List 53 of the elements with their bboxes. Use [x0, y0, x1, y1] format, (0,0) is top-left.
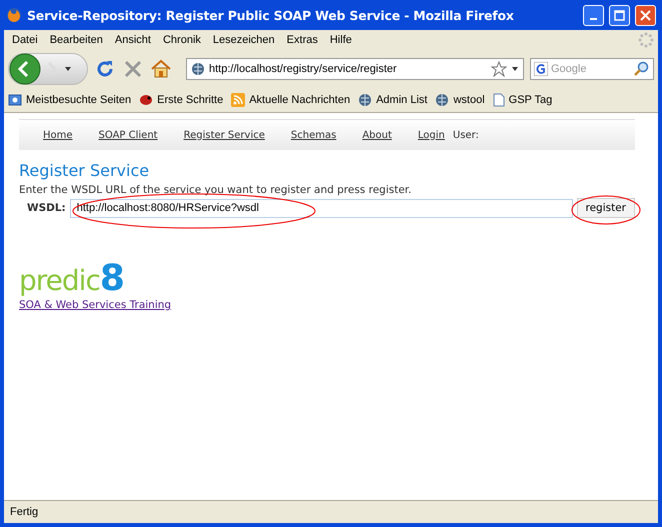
address-bar[interactable]: http://localhost/registry/service/register — [186, 58, 524, 80]
highlight-ellipse — [572, 196, 640, 224]
menu-item[interactable]: Chronik — [158, 34, 209, 46]
bug-icon — [139, 93, 154, 107]
wsdl-input-field[interactable]: http://localhost:8080/HRService?wsdl — [70, 198, 572, 218]
globe-icon — [435, 93, 450, 107]
search-box[interactable]: Google — [530, 58, 654, 80]
window-title: Service-Repository: Register Public SOAP Web Service - Mozilla Firefox — [27, 8, 515, 22]
page-icon — [492, 93, 505, 107]
throbber-icon — [638, 32, 654, 48]
nav-link[interactable]: Home — [43, 130, 73, 140]
feed-icon — [231, 93, 246, 107]
maximize-button[interactable] — [609, 4, 630, 26]
nav-link[interactable]: SOAP Client — [98, 130, 158, 140]
status-bar: Fertig — [4, 500, 658, 523]
back-button[interactable] — [9, 53, 41, 85]
close-button[interactable] — [635, 4, 656, 26]
menu-item[interactable]: Lesezeichen — [208, 34, 283, 46]
globe-icon — [191, 62, 205, 76]
bookmark-link[interactable]: Meistbesuchte Seiten — [26, 94, 132, 106]
menu-item[interactable]: Bearbeiten — [46, 34, 111, 46]
star-icon[interactable] — [491, 61, 507, 77]
firefox-icon — [6, 7, 22, 23]
menu-item[interactable]: Ansicht — [110, 34, 159, 46]
menu-item[interactable]: Datei — [8, 34, 46, 46]
register-button[interactable]: register — [576, 198, 635, 218]
dropdown-icon[interactable] — [511, 65, 519, 73]
nav-link[interactable]: Register Service — [184, 130, 265, 140]
instructions-text: Enter the WSDL URL of the service you want to register and press register. — [19, 184, 412, 196]
minimize-icon — [590, 18, 597, 20]
search-icon[interactable] — [634, 61, 650, 77]
menu-item[interactable]: Extras — [282, 34, 326, 46]
bookmark-link[interactable]: Erste Schritte — [157, 94, 224, 106]
bookmark-link[interactable]: GSP Tag — [508, 94, 552, 106]
bookmark-link[interactable]: Aktuelle Nachrichten — [249, 94, 350, 106]
minimize-button[interactable] — [583, 4, 604, 26]
page-heading: Register Service — [19, 161, 150, 180]
search-engine-icon[interactable] — [534, 62, 548, 76]
nav-link[interactable]: Schemas — [290, 130, 336, 140]
logo: predic8 — [19, 258, 125, 299]
training-link[interactable]: SOA & Web Services Training — [19, 299, 172, 311]
nav-link[interactable]: Login — [418, 130, 445, 140]
bookmark-link[interactable]: Admin List — [376, 94, 428, 106]
home-icon[interactable] — [150, 58, 172, 80]
wsdl-label: WSDL: — [27, 202, 66, 214]
nav-link[interactable]: About — [362, 130, 392, 140]
user-label: User: — [452, 130, 479, 140]
close-icon — [640, 10, 651, 20]
bookmark-link[interactable]: wstool — [453, 94, 485, 106]
menu-item[interactable]: Hilfe — [326, 34, 360, 46]
maximize-icon — [614, 10, 625, 20]
folder-icon — [8, 93, 22, 107]
globe-icon — [358, 93, 372, 107]
